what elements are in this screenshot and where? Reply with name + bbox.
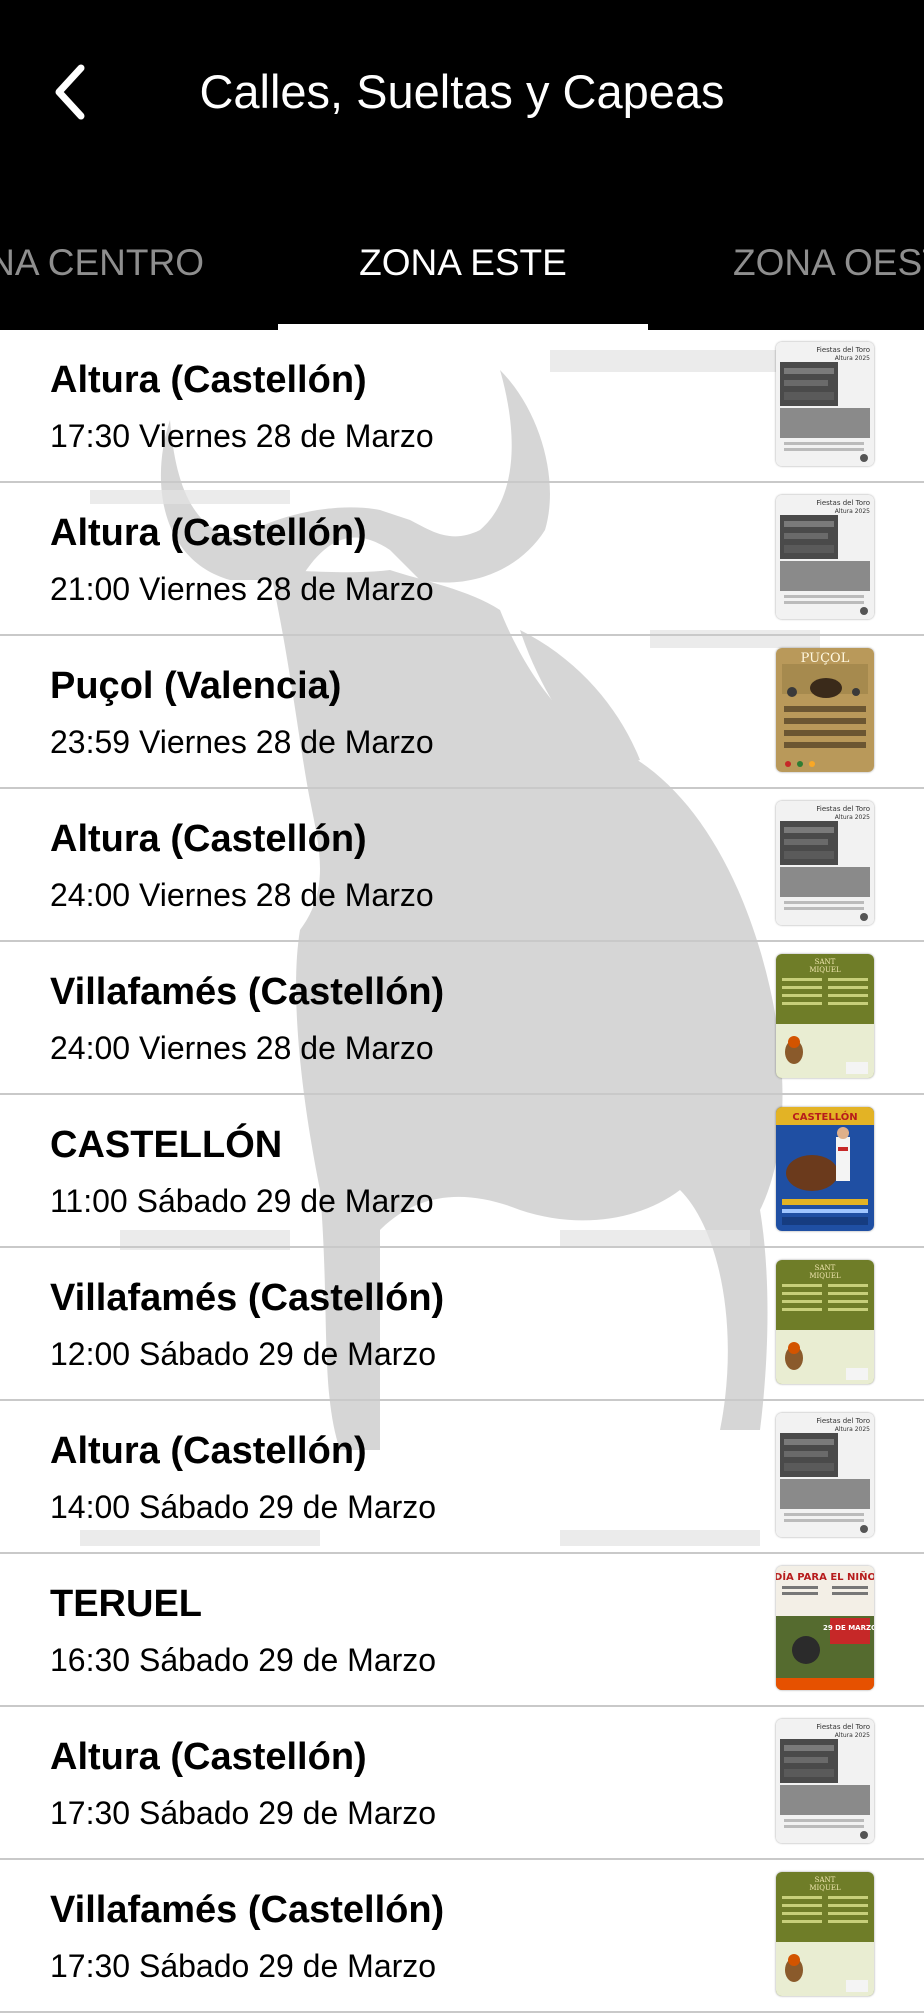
svg-text:Altura 2025: Altura 2025 bbox=[835, 814, 870, 821]
tab-zona-centro[interactable]: ONA CENTRO bbox=[0, 238, 204, 288]
event-datetime: 14:00 Sábado 29 de Marzo bbox=[50, 1489, 437, 1525]
event-poster-thumbnail[interactable]: SANT MIQUEL bbox=[776, 1872, 874, 1996]
event-row[interactable]: Altura (Castellón) 17:30 Sábado 29 de Ma… bbox=[0, 1707, 924, 1860]
event-datetime: 24:00 Viernes 28 de Marzo bbox=[50, 1030, 434, 1066]
event-datetime: 17:30 Sábado 29 de Marzo bbox=[50, 1795, 437, 1831]
svg-text:DÍA PARA EL NIÑO: DÍA PARA EL NIÑO bbox=[776, 1570, 874, 1583]
event-place: CASTELLÓN bbox=[50, 1124, 283, 1166]
event-place: TERUEL bbox=[50, 1583, 202, 1625]
event-place: Altura (Castellón) bbox=[50, 512, 367, 554]
svg-text:Fiestas del Toro: Fiestas del Toro bbox=[816, 1723, 870, 1731]
svg-text:PUÇOL: PUÇOL bbox=[801, 651, 850, 666]
svg-text:MIQUEL: MIQUEL bbox=[809, 1884, 841, 1892]
event-place: Puçol (Valencia) bbox=[50, 665, 342, 707]
altura-poster-image: Fiestas del Toro Altura 2025 bbox=[776, 342, 874, 466]
event-datetime: 16:30 Sábado 29 de Marzo bbox=[50, 1642, 437, 1678]
svg-text:Fiestas del Toro: Fiestas del Toro bbox=[816, 805, 870, 813]
event-poster-thumbnail[interactable]: CASTELLÓN bbox=[776, 1107, 874, 1231]
svg-text:CASTELLÓN: CASTELLÓN bbox=[792, 1110, 857, 1123]
event-row[interactable]: TERUEL 16:30 Sábado 29 de Marzo DÍA PARA… bbox=[0, 1554, 924, 1707]
event-row[interactable]: Altura (Castellón) 17:30 Viernes 28 de M… bbox=[0, 330, 924, 483]
active-tab-indicator bbox=[278, 324, 648, 330]
svg-text:Altura 2025: Altura 2025 bbox=[835, 508, 870, 515]
event-row[interactable]: Puçol (Valencia) 23:59 Viernes 28 de Mar… bbox=[0, 636, 924, 789]
svg-text:SANT: SANT bbox=[815, 1264, 836, 1272]
svg-text:Altura 2025: Altura 2025 bbox=[835, 1732, 870, 1739]
event-place: Villafamés (Castellón) bbox=[50, 1889, 445, 1931]
event-datetime: 24:00 Viernes 28 de Marzo bbox=[50, 877, 434, 913]
altura-poster-image: Fiestas del Toro Altura 2025 bbox=[776, 1413, 874, 1537]
app-header: Calles, Sueltas y Capeas ONA CENTRO ZONA… bbox=[0, 0, 924, 330]
event-poster-thumbnail[interactable]: SANT MIQUEL bbox=[776, 1260, 874, 1384]
event-place: Villafamés (Castellón) bbox=[50, 971, 445, 1013]
event-poster-thumbnail[interactable]: Fiestas del Toro Altura 2025 bbox=[776, 801, 874, 925]
event-datetime: 17:30 Sábado 29 de Marzo bbox=[50, 1948, 437, 1984]
villafames-poster-image: SANT MIQUEL bbox=[776, 1260, 874, 1384]
event-poster-thumbnail[interactable]: Fiestas del Toro Altura 2025 bbox=[776, 495, 874, 619]
event-poster-thumbnail[interactable]: Fiestas del Toro Altura 2025 bbox=[776, 1719, 874, 1843]
svg-text:SANT: SANT bbox=[815, 958, 836, 966]
event-poster-thumbnail[interactable]: Fiestas del Toro Altura 2025 bbox=[776, 342, 874, 466]
event-place: Altura (Castellón) bbox=[50, 1736, 367, 1778]
tab-zona-este[interactable]: ZONA ESTE bbox=[278, 238, 648, 288]
svg-text:MIQUEL: MIQUEL bbox=[809, 1272, 841, 1280]
event-row[interactable]: Villafamés (Castellón) 24:00 Viernes 28 … bbox=[0, 942, 924, 1095]
event-poster-thumbnail[interactable]: SANT MIQUEL bbox=[776, 954, 874, 1078]
castellon-poster-image: CASTELLÓN bbox=[776, 1107, 874, 1231]
svg-text:Altura 2025: Altura 2025 bbox=[835, 355, 870, 362]
svg-text:Altura 2025: Altura 2025 bbox=[835, 1426, 870, 1433]
svg-text:SANT: SANT bbox=[815, 1876, 836, 1884]
altura-poster-image: Fiestas del Toro Altura 2025 bbox=[776, 1719, 874, 1843]
svg-text:MIQUEL: MIQUEL bbox=[809, 966, 841, 974]
event-row[interactable]: CASTELLÓN 11:00 Sábado 29 de Marzo CASTE… bbox=[0, 1095, 924, 1248]
event-poster-thumbnail[interactable]: PUÇOL bbox=[776, 648, 874, 772]
event-place: Villafamés (Castellón) bbox=[50, 1277, 445, 1319]
teruel-poster-image: DÍA PARA EL NIÑO 29 DE MARZO bbox=[776, 1566, 874, 1690]
event-datetime: 17:30 Viernes 28 de Marzo bbox=[50, 418, 434, 454]
villafames-poster-image: SANT MIQUEL bbox=[776, 954, 874, 1078]
page-title: Calles, Sueltas y Capeas bbox=[199, 65, 725, 118]
event-row[interactable]: Altura (Castellón) 14:00 Sábado 29 de Ma… bbox=[0, 1401, 924, 1554]
event-row[interactable]: Villafamés (Castellón) 12:00 Sábado 29 d… bbox=[0, 1248, 924, 1401]
altura-poster-image: Fiestas del Toro Altura 2025 bbox=[776, 495, 874, 619]
svg-text:Fiestas del Toro: Fiestas del Toro bbox=[816, 346, 870, 354]
event-row[interactable]: Altura (Castellón) 21:00 Viernes 28 de M… bbox=[0, 483, 924, 636]
event-list: Altura (Castellón) 17:30 Viernes 28 de M… bbox=[0, 330, 924, 2013]
svg-text:Fiestas del Toro: Fiestas del Toro bbox=[816, 1417, 870, 1425]
event-datetime: 12:00 Sábado 29 de Marzo bbox=[50, 1336, 437, 1372]
event-row[interactable]: Altura (Castellón) 24:00 Viernes 28 de M… bbox=[0, 789, 924, 942]
event-datetime: 11:00 Sábado 29 de Marzo bbox=[50, 1183, 434, 1219]
event-poster-thumbnail[interactable]: Fiestas del Toro Altura 2025 bbox=[776, 1413, 874, 1537]
event-row[interactable]: Villafamés (Castellón) 17:30 Sábado 29 d… bbox=[0, 1860, 924, 2013]
svg-text:29 DE MARZO: 29 DE MARZO bbox=[823, 1624, 874, 1632]
pucol-poster-image: PUÇOL bbox=[776, 648, 874, 772]
altura-poster-image: Fiestas del Toro Altura 2025 bbox=[776, 801, 874, 925]
event-place: Altura (Castellón) bbox=[50, 359, 367, 401]
svg-text:Fiestas del Toro: Fiestas del Toro bbox=[816, 499, 870, 507]
tab-zona-oeste[interactable]: ZONA OESTE bbox=[733, 238, 924, 288]
zone-tabs: ONA CENTRO ZONA ESTE ZONA OESTE bbox=[0, 200, 924, 330]
event-datetime: 23:59 Viernes 28 de Marzo bbox=[50, 724, 434, 760]
event-place: Altura (Castellón) bbox=[50, 1430, 367, 1472]
villafames-poster-image: SANT MIQUEL bbox=[776, 1872, 874, 1996]
event-place: Altura (Castellón) bbox=[50, 818, 367, 860]
event-poster-thumbnail[interactable]: DÍA PARA EL NIÑO 29 DE MARZO bbox=[776, 1566, 874, 1690]
event-datetime: 21:00 Viernes 28 de Marzo bbox=[50, 571, 434, 607]
